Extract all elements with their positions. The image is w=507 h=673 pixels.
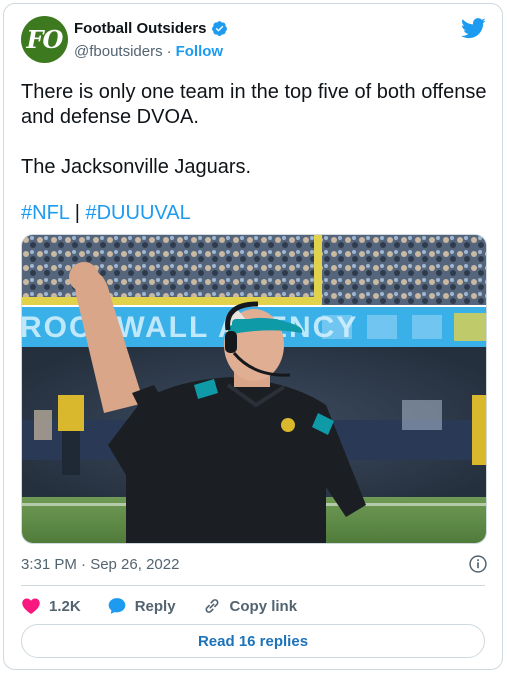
- hashtags: #NFL | #DUUUVAL: [21, 202, 191, 225]
- reply-button[interactable]: Reply: [107, 596, 176, 616]
- avatar-logo-text: FO: [26, 25, 64, 54]
- author-display-name[interactable]: Football Outsiders: [74, 20, 207, 37]
- tweet-photo[interactable]: ROCKWALL AGENCY: [21, 234, 487, 544]
- read-replies-button[interactable]: Read 16 replies: [21, 624, 485, 658]
- hashtag-separator: |: [69, 202, 86, 224]
- tweet-actions: 1.2K Reply Copy link: [21, 594, 323, 618]
- info-icon[interactable]: [468, 554, 488, 574]
- tweet-text: There is only one team in the top five o…: [21, 80, 491, 180]
- twitter-bird-icon[interactable]: [461, 18, 486, 39]
- author-handle[interactable]: @fboutsiders: [74, 43, 163, 60]
- tweet-timestamp[interactable]: 3:31 PM · Sep 26, 2022: [21, 556, 179, 573]
- verified-badge-icon: [211, 21, 227, 36]
- copy-link-button[interactable]: Copy link: [202, 596, 298, 616]
- link-icon: [205, 599, 219, 613]
- author-handle-row: @fboutsiders · Follow: [74, 43, 223, 60]
- reply-label: Reply: [134, 597, 176, 615]
- tweet-text-line-2: The Jacksonville Jaguars.: [21, 156, 252, 178]
- stadium-banner-text: ROCKWALL AGENCY: [22, 311, 358, 344]
- tweet-text-line-1: There is only one team in the top five o…: [21, 81, 487, 128]
- footer-divider: [21, 585, 485, 586]
- likes-count: 1.2K: [49, 597, 81, 615]
- like-button[interactable]: 1.2K: [21, 596, 81, 616]
- reply-bubble-icon: [108, 598, 126, 614]
- hashtag-duuuval[interactable]: #DUUUVAL: [85, 202, 190, 224]
- tweet-card: FO Football Outsiders @fboutsiders · Fol…: [3, 3, 503, 670]
- handle-separator: ·: [166, 43, 172, 60]
- avatar[interactable]: FO: [21, 16, 68, 63]
- hashtag-nfl[interactable]: #NFL: [21, 202, 69, 224]
- heart-icon: [22, 598, 40, 614]
- copy-link-label: Copy link: [229, 597, 298, 615]
- follow-button[interactable]: Follow: [176, 43, 224, 60]
- photo-illustration: ROCKWALL AGENCY: [22, 235, 486, 543]
- author-name-row: Football Outsiders: [74, 20, 228, 37]
